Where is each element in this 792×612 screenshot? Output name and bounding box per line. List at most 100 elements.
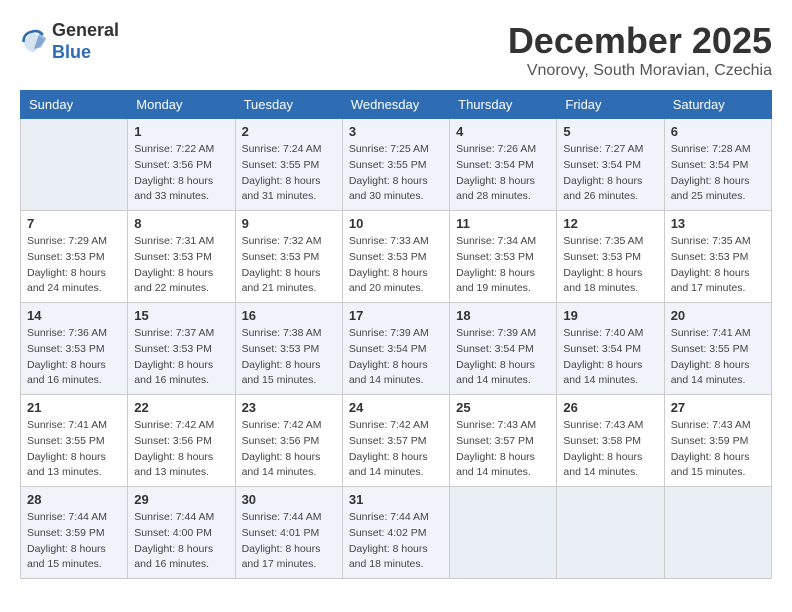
day-number: 30	[242, 492, 336, 507]
day-info: Sunrise: 7:42 AMSunset: 3:56 PMDaylight:…	[242, 418, 336, 481]
calendar-cell: 14Sunrise: 7:36 AMSunset: 3:53 PMDayligh…	[21, 303, 128, 395]
calendar-cell: 25 Sunrise: 7:43 AMSunset: 3:57 PMDayligh…	[450, 395, 557, 487]
calendar-week-row: 21 Sunrise: 7:41 AMSunset: 3:55 PMDayligh…	[21, 395, 772, 487]
day-number: 18	[456, 308, 550, 323]
day-number: 8	[134, 216, 228, 231]
day-header-monday: Monday	[128, 91, 235, 119]
page-header: General Blue December 2025 Vnorovy, Sout…	[20, 20, 772, 80]
day-number: 14	[27, 308, 121, 323]
day-number: 31	[349, 492, 443, 507]
day-info: Sunrise: 7:44 AMSunset: 4:01 PMDaylight:…	[242, 510, 336, 573]
day-info: Sunrise: 7:32 AMSunset: 3:53 PMDaylight:…	[242, 234, 336, 297]
day-info: Sunrise: 7:25 AMSunset: 3:55 PMDaylight:…	[349, 142, 443, 205]
location-title: Vnorovy, South Moravian, Czechia	[508, 62, 772, 80]
day-header-saturday: Saturday	[664, 91, 771, 119]
calendar-cell: 26Sunrise: 7:43 AMSunset: 3:58 PMDayligh…	[557, 395, 664, 487]
day-info: Sunrise: 7:43 AMSunset: 3:58 PMDaylight:…	[563, 418, 657, 481]
day-info: Sunrise: 7:34 AMSunset: 3:53 PMDaylight:…	[456, 234, 550, 297]
calendar-cell: 12Sunrise: 7:35 AMSunset: 3:53 PMDayligh…	[557, 211, 664, 303]
calendar-cell	[557, 487, 664, 579]
day-info: Sunrise: 7:44 AMSunset: 3:59 PMDaylight:…	[27, 510, 121, 573]
day-number: 28	[27, 492, 121, 507]
calendar-week-row: 14Sunrise: 7:36 AMSunset: 3:53 PMDayligh…	[21, 303, 772, 395]
day-info: Sunrise: 7:44 AMSunset: 4:00 PMDaylight:…	[134, 510, 228, 573]
day-info: Sunrise: 7:41 AMSunset: 3:55 PMDaylight:…	[671, 326, 765, 389]
calendar-cell	[21, 119, 128, 211]
day-number: 11	[456, 216, 550, 231]
day-number: 13	[671, 216, 765, 231]
calendar-cell: 22Sunrise: 7:42 AMSunset: 3:56 PMDayligh…	[128, 395, 235, 487]
calendar-cell: 6 Sunrise: 7:28 AMSunset: 3:54 PMDaylight…	[664, 119, 771, 211]
day-number: 10	[349, 216, 443, 231]
day-info: Sunrise: 7:29 AMSunset: 3:53 PMDaylight:…	[27, 234, 121, 297]
day-number: 19	[563, 308, 657, 323]
calendar-week-row: 1 Sunrise: 7:22 AMSunset: 3:56 PMDaylight…	[21, 119, 772, 211]
day-info: Sunrise: 7:41 AMSunset: 3:55 PMDaylight:…	[27, 418, 121, 481]
calendar-cell: 3 Sunrise: 7:25 AMSunset: 3:55 PMDaylight…	[342, 119, 449, 211]
day-number: 4	[456, 124, 550, 139]
day-info: Sunrise: 7:44 AMSunset: 4:02 PMDaylight:…	[349, 510, 443, 573]
calendar-cell: 17 Sunrise: 7:39 AMSunset: 3:54 PMDayligh…	[342, 303, 449, 395]
day-info: Sunrise: 7:33 AMSunset: 3:53 PMDaylight:…	[349, 234, 443, 297]
day-number: 7	[27, 216, 121, 231]
day-number: 9	[242, 216, 336, 231]
calendar-cell: 8 Sunrise: 7:31 AMSunset: 3:53 PMDaylight…	[128, 211, 235, 303]
day-number: 12	[563, 216, 657, 231]
day-info: Sunrise: 7:22 AMSunset: 3:56 PMDaylight:…	[134, 142, 228, 205]
day-number: 29	[134, 492, 228, 507]
day-info: Sunrise: 7:27 AMSunset: 3:54 PMDaylight:…	[563, 142, 657, 205]
day-info: Sunrise: 7:39 AMSunset: 3:54 PMDaylight:…	[456, 326, 550, 389]
day-number: 2	[242, 124, 336, 139]
logo: General Blue	[20, 20, 119, 63]
day-number: 17	[349, 308, 443, 323]
day-number: 5	[563, 124, 657, 139]
calendar-cell: 9 Sunrise: 7:32 AMSunset: 3:53 PMDaylight…	[235, 211, 342, 303]
day-info: Sunrise: 7:35 AMSunset: 3:53 PMDaylight:…	[671, 234, 765, 297]
day-number: 25	[456, 400, 550, 415]
day-number: 15	[134, 308, 228, 323]
day-header-tuesday: Tuesday	[235, 91, 342, 119]
logo-blue: Blue	[52, 42, 91, 62]
day-number: 23	[242, 400, 336, 415]
day-info: Sunrise: 7:26 AMSunset: 3:54 PMDaylight:…	[456, 142, 550, 205]
calendar-header-row: SundayMondayTuesdayWednesdayThursdayFrid…	[21, 91, 772, 119]
day-number: 22	[134, 400, 228, 415]
calendar-cell: 27Sunrise: 7:43 AMSunset: 3:59 PMDayligh…	[664, 395, 771, 487]
day-info: Sunrise: 7:42 AMSunset: 3:57 PMDaylight:…	[349, 418, 443, 481]
calendar-cell: 4 Sunrise: 7:26 AMSunset: 3:54 PMDaylight…	[450, 119, 557, 211]
calendar-cell: 23 Sunrise: 7:42 AMSunset: 3:56 PMDayligh…	[235, 395, 342, 487]
calendar-cell: 30 Sunrise: 7:44 AMSunset: 4:01 PMDayligh…	[235, 487, 342, 579]
month-title: December 2025	[508, 20, 772, 62]
calendar-cell: 2 Sunrise: 7:24 AMSunset: 3:55 PMDaylight…	[235, 119, 342, 211]
calendar-week-row: 7 Sunrise: 7:29 AMSunset: 3:53 PMDaylight…	[21, 211, 772, 303]
calendar-cell: 19 Sunrise: 7:40 AMSunset: 3:54 PMDayligh…	[557, 303, 664, 395]
day-number: 1	[134, 124, 228, 139]
day-info: Sunrise: 7:28 AMSunset: 3:54 PMDaylight:…	[671, 142, 765, 205]
day-number: 3	[349, 124, 443, 139]
day-info: Sunrise: 7:31 AMSunset: 3:53 PMDaylight:…	[134, 234, 228, 297]
day-info: Sunrise: 7:24 AMSunset: 3:55 PMDaylight:…	[242, 142, 336, 205]
day-number: 21	[27, 400, 121, 415]
title-section: December 2025 Vnorovy, South Moravian, C…	[508, 20, 772, 80]
day-number: 16	[242, 308, 336, 323]
day-number: 27	[671, 400, 765, 415]
calendar-cell: 28 Sunrise: 7:44 AMSunset: 3:59 PMDayligh…	[21, 487, 128, 579]
calendar-cell	[450, 487, 557, 579]
day-info: Sunrise: 7:40 AMSunset: 3:54 PMDaylight:…	[563, 326, 657, 389]
calendar-cell: 20Sunrise: 7:41 AMSunset: 3:55 PMDayligh…	[664, 303, 771, 395]
day-header-thursday: Thursday	[450, 91, 557, 119]
calendar-cell: 1 Sunrise: 7:22 AMSunset: 3:56 PMDaylight…	[128, 119, 235, 211]
day-info: Sunrise: 7:38 AMSunset: 3:53 PMDaylight:…	[242, 326, 336, 389]
logo-text: General Blue	[52, 20, 119, 63]
day-header-sunday: Sunday	[21, 91, 128, 119]
day-number: 6	[671, 124, 765, 139]
day-header-wednesday: Wednesday	[342, 91, 449, 119]
day-info: Sunrise: 7:39 AMSunset: 3:54 PMDaylight:…	[349, 326, 443, 389]
calendar-cell: 15Sunrise: 7:37 AMSunset: 3:53 PMDayligh…	[128, 303, 235, 395]
day-info: Sunrise: 7:43 AMSunset: 3:57 PMDaylight:…	[456, 418, 550, 481]
calendar-cell: 11 Sunrise: 7:34 AMSunset: 3:53 PMDayligh…	[450, 211, 557, 303]
calendar-cell: 24Sunrise: 7:42 AMSunset: 3:57 PMDayligh…	[342, 395, 449, 487]
calendar-cell	[664, 487, 771, 579]
calendar-cell: 29 Sunrise: 7:44 AMSunset: 4:00 PMDayligh…	[128, 487, 235, 579]
calendar-cell: 7 Sunrise: 7:29 AMSunset: 3:53 PMDaylight…	[21, 211, 128, 303]
